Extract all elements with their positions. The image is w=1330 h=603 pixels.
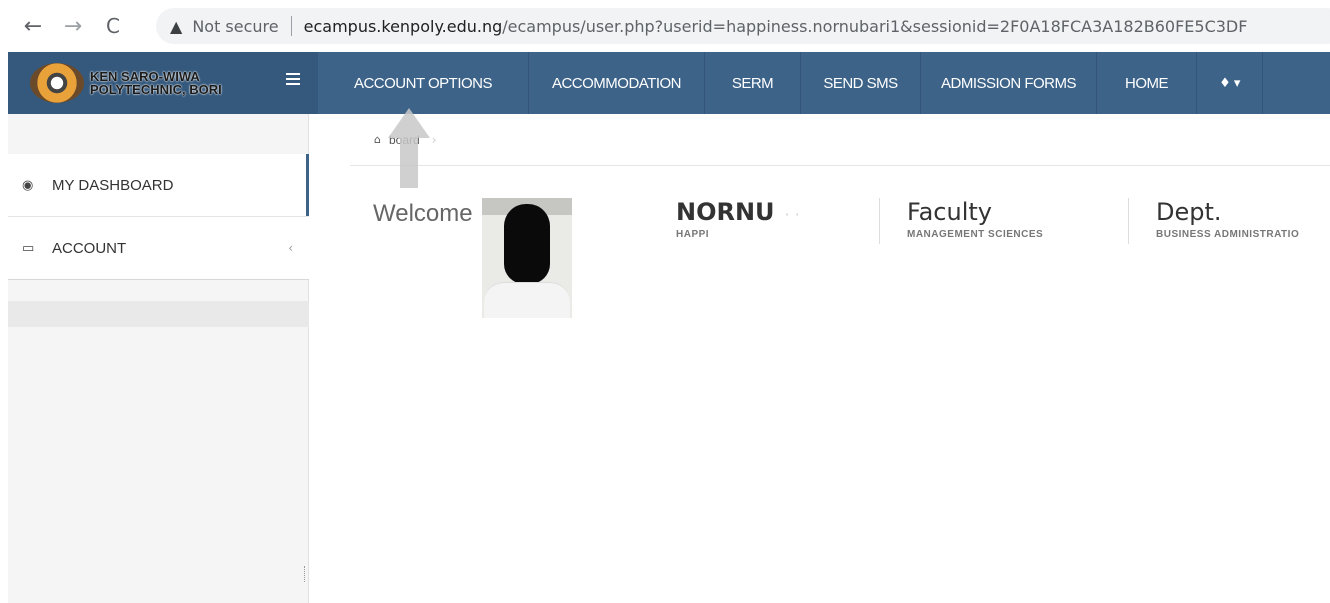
- nav-home[interactable]: HOME: [1097, 52, 1197, 114]
- photo-head: [504, 204, 550, 284]
- browser-toolbar: ← → C ▲ Not secure ecampus.kenpoly.edu.n…: [0, 0, 1330, 52]
- reload-icon[interactable]: C: [98, 11, 128, 41]
- up-arrow-icon: [388, 108, 430, 188]
- address-bar[interactable]: ▲ Not secure ecampus.kenpoly.edu.ng/ecam…: [156, 8, 1330, 44]
- nav-accommodation[interactable]: ACCOMMODATION: [529, 52, 705, 114]
- department-value: BUSINESS ADMINISTRATIO: [1156, 229, 1300, 240]
- address-separator: [290, 16, 292, 36]
- chevron-left-icon: ‹: [288, 241, 293, 255]
- top-nav: ACCOUNT OPTIONS ACCOMMODATION SERM SEND …: [318, 52, 1263, 114]
- sidebar-resize-handle[interactable]: [304, 566, 307, 582]
- nav-admission-forms[interactable]: ADMISSION FORMS: [921, 52, 1097, 114]
- department-title: Dept.: [1156, 198, 1222, 226]
- brand[interactable]: KEN SARO-WIWA POLYTECHNIC, BORI: [8, 52, 318, 114]
- student-surname: NORNU · ·: [676, 198, 800, 226]
- sidebar-item-account[interactable]: ▭ ACCOUNT ‹: [8, 216, 309, 280]
- url-host: ecampus.kenpoly.edu.ng: [303, 16, 503, 36]
- hamburger-menu-icon[interactable]: [286, 73, 300, 85]
- forward-arrow-icon[interactable]: →: [58, 11, 88, 41]
- monitor-icon: ▭: [22, 240, 35, 256]
- url-path: /ecampus/user.php?userid=happiness.nornu…: [502, 16, 1248, 36]
- sidebar-item-label: MY DASHBOARD: [52, 176, 174, 194]
- photo-shirt: [484, 282, 570, 318]
- profile-photo: [482, 198, 572, 318]
- polytechnic-logo-icon: [30, 63, 84, 103]
- home-icon[interactable]: ⌂: [374, 133, 381, 146]
- sidebar-item-my-dashboard[interactable]: ◉ MY DASHBOARD: [8, 154, 309, 216]
- warning-icon[interactable]: ▲: [170, 17, 182, 36]
- breadcrumb: ⌂ board ›: [350, 114, 1330, 166]
- sidebar-item-label: ACCOUNT: [52, 239, 127, 257]
- security-label[interactable]: Not secure: [192, 17, 278, 36]
- sidebar: ◉ MY DASHBOARD ▭ ACCOUNT ‹: [8, 114, 309, 603]
- brand-text: KEN SARO-WIWA POLYTECHNIC, BORI: [90, 70, 222, 96]
- nav-account-options[interactable]: ACCOUNT OPTIONS: [318, 52, 529, 114]
- faculty-value: MANAGEMENT SCIENCES: [907, 229, 1044, 240]
- dashboard-icon: ◉: [22, 177, 34, 193]
- breadcrumb-separator: ›: [431, 132, 437, 147]
- back-arrow-icon[interactable]: ←: [18, 11, 48, 41]
- faculty-title: Faculty: [907, 198, 992, 226]
- student-name-block: NORNU · · HAPPI: [676, 198, 800, 240]
- department-block: Dept. BUSINESS ADMINISTRATIO: [1128, 198, 1299, 244]
- app-header: KEN SARO-WIWA POLYTECHNIC, BORI ACCOUNT …: [8, 52, 1330, 114]
- user-menu-dropdown[interactable]: ♦ ▾: [1197, 52, 1263, 114]
- brand-line-2: POLYTECHNIC, BORI: [90, 82, 222, 97]
- faculty-block: Faculty MANAGEMENT SCIENCES: [879, 198, 1043, 244]
- sidebar-divider: [8, 301, 309, 327]
- nav-send-sms[interactable]: SEND SMS: [801, 52, 921, 114]
- student-firstname: HAPPI: [676, 229, 710, 240]
- nav-serm[interactable]: SERM: [705, 52, 801, 114]
- welcome-text: Welcome: [373, 200, 473, 227]
